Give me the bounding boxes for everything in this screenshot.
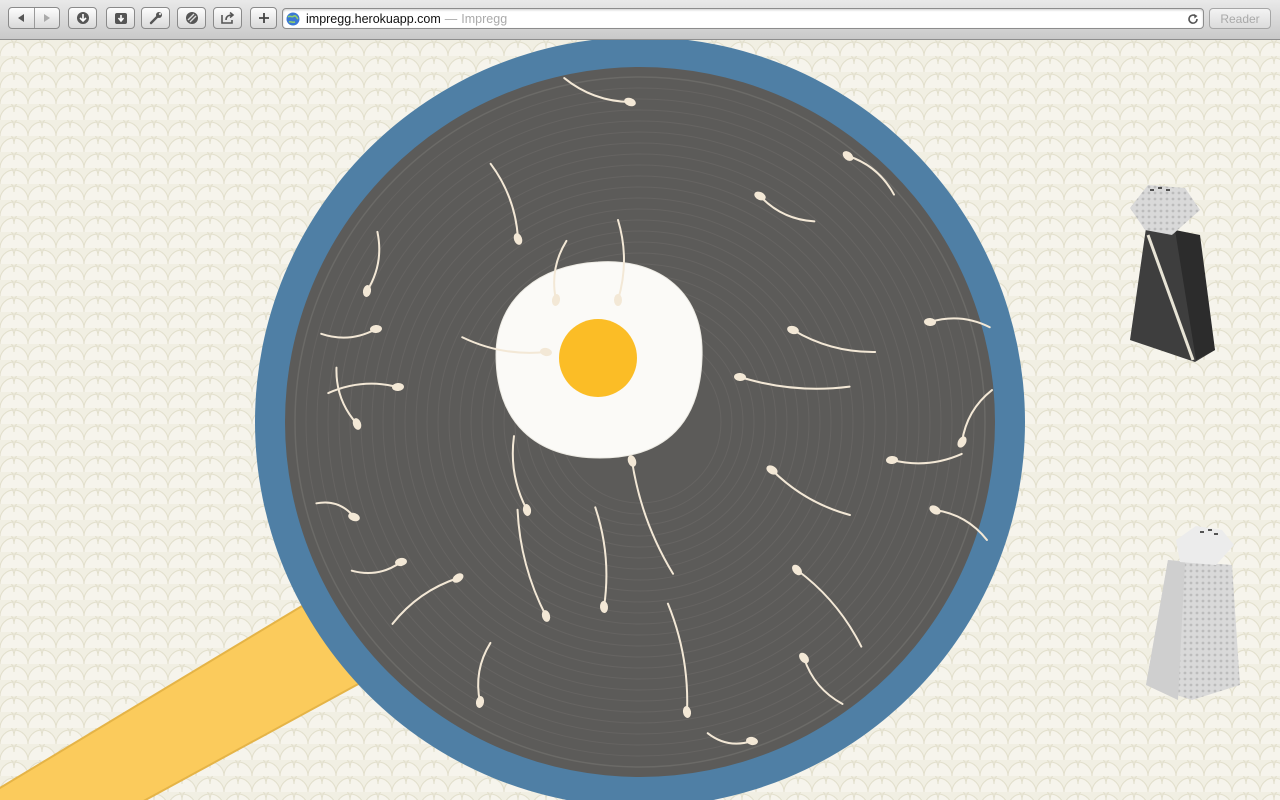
egg-yolk: [559, 319, 637, 397]
address-bar[interactable]: impregg.herokuapp.com — Impregg: [282, 8, 1204, 29]
settings-button[interactable]: [141, 7, 170, 29]
fried-egg[interactable]: [495, 261, 703, 459]
back-forward-segment: [8, 7, 60, 29]
share-button[interactable]: [213, 7, 242, 29]
downloads-icon: [76, 12, 89, 24]
bookmarks-icon: [185, 12, 198, 24]
forward-arrow-icon: [43, 14, 50, 22]
share-icon: [220, 11, 234, 24]
url-host: impregg.herokuapp.com: [306, 11, 441, 26]
downloads-button[interactable]: [68, 7, 97, 29]
reload-icon[interactable]: [1187, 13, 1199, 25]
url-title-separator: —: [444, 11, 458, 26]
wrench-icon: [149, 12, 162, 25]
new-tab-button[interactable]: [250, 7, 277, 29]
new-tab-plus-icon: [258, 13, 269, 23]
back-button[interactable]: [9, 8, 34, 28]
browser-toolbar: impregg.herokuapp.com — Impregg Reader: [0, 0, 1280, 40]
save-download-button[interactable]: [106, 7, 135, 29]
reader-button[interactable]: Reader: [1209, 8, 1271, 29]
download-icon: [114, 13, 127, 24]
back-arrow-icon: [18, 14, 25, 22]
kitchen-scene: [0, 40, 1280, 800]
globe-icon: [286, 12, 300, 25]
url-page-title: Impregg: [461, 11, 508, 26]
bookmarks-button[interactable]: [177, 7, 206, 29]
forward-button[interactable]: [33, 8, 60, 28]
page-canvas: [0, 40, 1280, 800]
sperm-head: [614, 294, 622, 306]
